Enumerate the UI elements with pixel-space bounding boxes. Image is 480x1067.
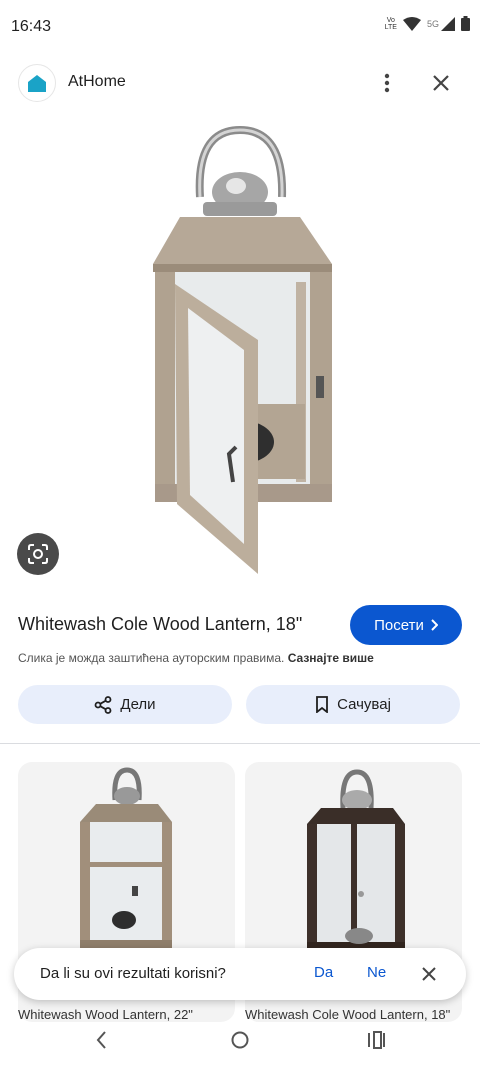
more-vert-icon: [384, 73, 390, 93]
share-icon: [95, 695, 112, 714]
feedback-close-button[interactable]: [416, 961, 442, 987]
share-button[interactable]: Дели: [18, 685, 232, 724]
feedback-yes-button[interactable]: Da: [314, 964, 333, 981]
share-label: Дели: [120, 696, 156, 713]
close-button[interactable]: [424, 66, 458, 100]
network-type: 5G: [426, 18, 439, 29]
save-button[interactable]: Сачувај: [246, 685, 460, 724]
back-icon[interactable]: [90, 1028, 114, 1052]
divider: [0, 743, 480, 744]
feedback-prompt: Da li su ovi rezultati korisni? Da Ne: [14, 948, 466, 1000]
visit-button[interactable]: Посети: [350, 605, 462, 645]
close-icon: [433, 75, 449, 91]
close-icon: [422, 967, 436, 981]
feedback-question: Da li su ovi rezultati korisni?: [40, 965, 226, 982]
lens-icon: [28, 544, 48, 564]
volte-icon: Vo LTE: [384, 16, 397, 31]
status-bar: 16:43 Vo LTE 5G: [0, 0, 480, 56]
learn-more-link[interactable]: Сазнајте више: [288, 651, 374, 665]
top-bar: AtHome: [0, 62, 480, 104]
bookmark-icon: [316, 696, 328, 713]
result-image[interactable]: [0, 112, 480, 590]
site-logo-icon[interactable]: [18, 64, 56, 102]
result-title: Whitewash Cole Wood Lantern, 18": [18, 614, 303, 634]
recent-apps-icon[interactable]: [364, 1028, 388, 1052]
copyright-notice: Слика је можда заштићена ауторским прави…: [18, 651, 374, 665]
more-options-button[interactable]: [370, 66, 404, 100]
save-label: Сачувај: [337, 696, 391, 713]
wifi-icon: [402, 16, 421, 31]
visit-button-label: Посети: [374, 616, 424, 634]
battery-icon: [461, 16, 470, 31]
feedback-no-button[interactable]: Ne: [367, 964, 386, 981]
status-icons: Vo LTE 5G: [385, 16, 470, 31]
system-nav-bar: [0, 1020, 480, 1067]
home-icon[interactable]: [228, 1028, 252, 1052]
lens-search-button[interactable]: [17, 533, 59, 575]
chevron-right-icon: [431, 619, 438, 631]
status-time: 16:43: [11, 18, 52, 35]
signal-icon: [441, 16, 455, 31]
site-name[interactable]: AtHome: [68, 73, 126, 91]
